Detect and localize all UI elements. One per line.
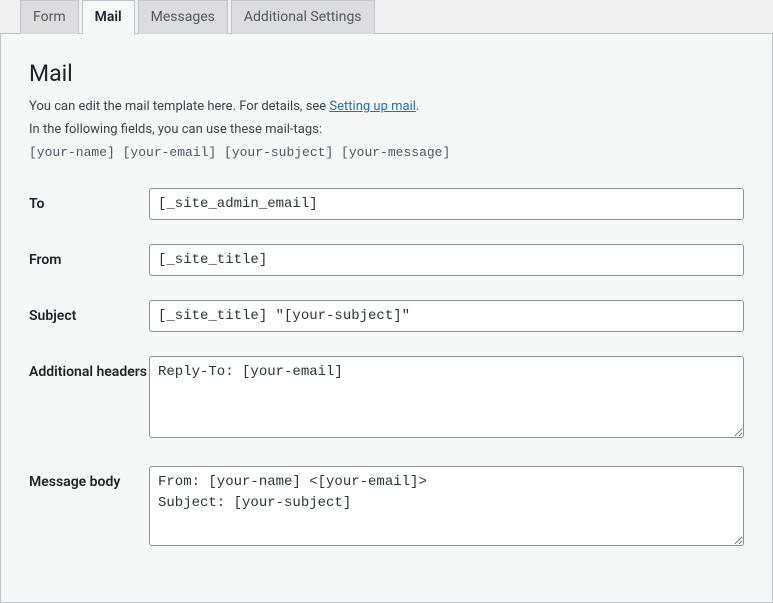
tab-additional-settings[interactable]: Additional Settings <box>231 0 375 34</box>
tab-bar: Form Mail Messages Additional Settings <box>0 0 773 34</box>
label-from: From <box>29 244 149 269</box>
tab-mail[interactable]: Mail <box>82 0 135 35</box>
desc-prefix: You can edit the mail template here. For… <box>29 99 329 114</box>
row-to: To <box>29 188 744 220</box>
setting-up-mail-link[interactable]: Setting up mail <box>329 99 415 114</box>
tags-intro: In the following fields, you can use the… <box>29 120 744 140</box>
row-from: From <box>29 244 744 276</box>
from-input[interactable] <box>149 244 744 276</box>
tab-form[interactable]: Form <box>20 0 79 34</box>
mail-panel: Mail You can edit the mail template here… <box>0 33 773 603</box>
to-input[interactable] <box>149 188 744 220</box>
row-message-body: Message body <box>29 466 744 550</box>
label-message-body: Message body <box>29 466 149 491</box>
mail-tags-list: [your-name] [your-email] [your-subject] … <box>29 145 744 160</box>
desc-suffix: . <box>416 99 419 114</box>
message-body-textarea[interactable] <box>149 466 744 546</box>
label-to: To <box>29 188 149 213</box>
panel-heading: Mail <box>29 60 744 87</box>
tab-messages[interactable]: Messages <box>138 0 228 34</box>
additional-headers-textarea[interactable] <box>149 356 744 438</box>
label-subject: Subject <box>29 300 149 325</box>
row-subject: Subject <box>29 300 744 332</box>
label-additional-headers: Additional headers <box>29 356 149 381</box>
panel-description: You can edit the mail template here. For… <box>29 97 744 117</box>
subject-input[interactable] <box>149 300 744 332</box>
row-additional-headers: Additional headers <box>29 356 744 442</box>
